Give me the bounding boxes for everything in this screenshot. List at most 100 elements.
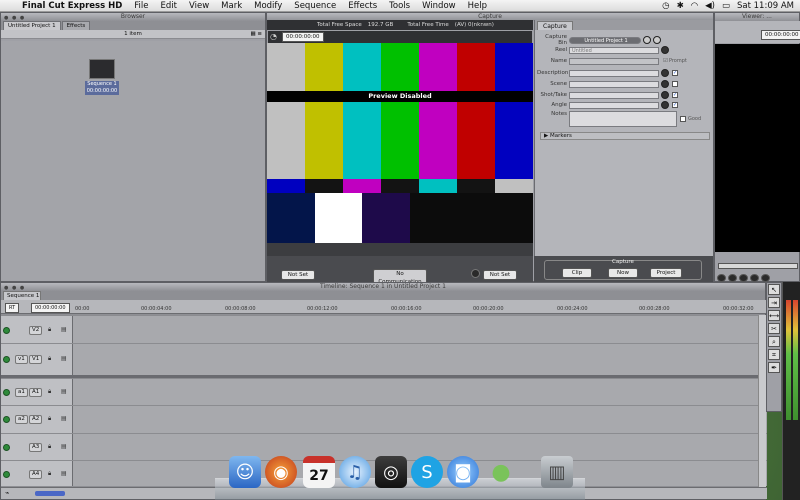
razor-tool-icon[interactable]: ✂ xyxy=(768,323,780,334)
shot-take-checkbox[interactable]: ✓ xyxy=(672,92,678,98)
pen-tool-icon[interactable]: ✒ xyxy=(768,362,780,373)
capture-project-button[interactable]: Project xyxy=(650,268,682,278)
lock-icon[interactable]: 🔒︎ xyxy=(48,355,51,363)
autoselect-icon[interactable]: ▤ xyxy=(61,355,67,362)
play-in-out-icon[interactable] xyxy=(750,274,759,282)
track-a2[interactable]: a2 A2 🔒︎ ▤ xyxy=(1,405,767,433)
tab-sequence[interactable]: Sequence 1 xyxy=(3,291,41,300)
menu-view[interactable]: View xyxy=(189,1,209,11)
finder-icon[interactable]: ☺ xyxy=(229,456,261,488)
browser-titlebar[interactable]: ● ● ● Browser xyxy=(1,13,265,21)
autoselect-icon[interactable]: ▤ xyxy=(61,470,67,477)
capture-now-button[interactable]: Now xyxy=(608,268,638,278)
track-visibility-icon[interactable] xyxy=(3,356,10,363)
reel-menu-icon[interactable] xyxy=(661,46,669,54)
scene-checkbox[interactable] xyxy=(672,81,678,87)
sequence-item[interactable]: Sequence 1 00:00:00:00 xyxy=(85,59,119,103)
play-reverse-icon[interactable] xyxy=(728,274,737,282)
angle-field[interactable] xyxy=(569,101,659,109)
track-audible-icon[interactable] xyxy=(3,471,10,478)
volume-icon[interactable]: ◀) xyxy=(705,1,715,11)
bluetooth-icon[interactable]: ✱ xyxy=(677,1,684,11)
track-audible-icon[interactable] xyxy=(3,444,10,451)
capture-clip-button[interactable]: Clip xyxy=(562,268,592,278)
ichat-icon[interactable]: ◙ xyxy=(447,456,479,488)
viewer-titlebar[interactable]: Viewer: ... xyxy=(715,13,799,21)
track-label[interactable]: A3 xyxy=(29,443,43,452)
track-label[interactable]: A1 xyxy=(29,388,43,397)
zoom-slider[interactable] xyxy=(35,491,65,496)
lock-icon[interactable]: 🔒︎ xyxy=(48,388,51,396)
capture-timecode[interactable]: 00:00:00:00 xyxy=(282,32,324,42)
window-controls-icon[interactable]: ● ● ● xyxy=(4,14,25,22)
firefox-icon[interactable]: ◉ xyxy=(265,456,297,488)
capture-bin-open-icon[interactable] xyxy=(643,36,651,44)
time-machine-icon[interactable]: ◷ xyxy=(662,1,669,11)
timeline-scrollbar[interactable] xyxy=(758,315,766,487)
go-to-in-icon[interactable] xyxy=(717,274,726,282)
autoselect-icon[interactable]: ▤ xyxy=(61,415,67,422)
menu-tools[interactable]: Tools xyxy=(389,1,410,11)
menubar-clock[interactable]: Sat 11:09 AM xyxy=(737,1,794,11)
lock-icon[interactable]: 🔒︎ xyxy=(48,415,51,423)
destination-a1[interactable]: a1 xyxy=(15,388,28,397)
destination-a2[interactable]: a2 xyxy=(15,415,28,424)
track-audible-icon[interactable] xyxy=(3,416,10,423)
notes-field[interactable] xyxy=(569,111,677,127)
skype-icon[interactable]: S xyxy=(411,456,443,488)
mark-out-icon[interactable] xyxy=(471,269,480,278)
destination-v1[interactable]: v1 xyxy=(15,355,28,364)
viewer-timecode[interactable]: 00:00:00:00 xyxy=(761,30,800,40)
good-checkbox[interactable] xyxy=(680,116,686,122)
markers-disclosure[interactable]: ▶ Markers xyxy=(540,132,710,140)
ical-icon[interactable]: 27 xyxy=(303,456,335,488)
menu-mark[interactable]: Mark xyxy=(221,1,242,11)
tab-untitled-project[interactable]: Untitled Project 1 xyxy=(3,21,61,30)
autoselect-icon[interactable]: ▤ xyxy=(61,443,67,450)
ripple-tool-icon[interactable]: ⟷ xyxy=(768,310,780,321)
out-point-field[interactable]: Not Set xyxy=(483,270,517,280)
zoom-tool-icon[interactable]: ⌕ xyxy=(768,336,780,347)
shot-take-menu-icon[interactable] xyxy=(661,91,669,99)
tab-capture[interactable]: Capture xyxy=(537,21,573,30)
track-label[interactable]: V2 xyxy=(29,326,43,335)
jog-icon[interactable]: ◔ xyxy=(270,32,277,41)
timeline-titlebar[interactable]: ● ● ● Timeline: Sequence 1 in Untitled P… xyxy=(1,283,765,291)
final-cut-icon[interactable]: ◎ xyxy=(375,456,407,488)
clip-overlays-icon[interactable]: ⌁ xyxy=(5,489,9,497)
wifi-icon[interactable]: ◠ xyxy=(691,1,698,11)
capture-bin-new-icon[interactable] xyxy=(653,36,661,44)
lock-icon[interactable]: 🔒︎ xyxy=(48,470,51,478)
description-menu-icon[interactable] xyxy=(661,69,669,77)
track-a1[interactable]: a1 A1 🔒︎ ▤ xyxy=(1,378,767,405)
track-audible-icon[interactable] xyxy=(3,389,10,396)
description-field[interactable] xyxy=(569,69,659,77)
track-label[interactable]: A2 xyxy=(29,415,43,424)
reel-field[interactable]: Untitled xyxy=(569,46,659,54)
track-visibility-icon[interactable] xyxy=(3,327,10,334)
tab-effects[interactable]: Effects xyxy=(61,21,91,30)
trash-icon[interactable]: ▥ xyxy=(541,456,573,488)
crop-tool-icon[interactable]: ⌗ xyxy=(768,349,780,360)
prompt-checkbox[interactable]: ☑ xyxy=(663,58,668,64)
track-select-tool-icon[interactable]: ⇥ xyxy=(768,297,780,308)
angle-checkbox[interactable]: ✓ xyxy=(672,102,678,108)
lock-icon[interactable]: 🔒︎ xyxy=(48,443,51,451)
battery-icon[interactable]: ▭ xyxy=(722,1,730,11)
shot-take-field[interactable] xyxy=(569,91,659,99)
selection-tool-icon[interactable]: ↖ xyxy=(768,284,780,295)
menu-file[interactable]: File xyxy=(134,1,148,11)
lock-icon[interactable]: 🔒︎ xyxy=(48,326,51,334)
go-to-out-icon[interactable] xyxy=(761,274,770,282)
scene-menu-icon[interactable] xyxy=(661,80,669,88)
browser-view-icon[interactable]: ▦ ≡ xyxy=(250,30,262,39)
autoselect-icon[interactable]: ▤ xyxy=(61,326,67,333)
track-v2[interactable]: V2 🔒︎ ▤ xyxy=(1,315,767,343)
timeline-ruler[interactable]: RT 00:00:00:00 00:00 00:00:04:00 00:00:0… xyxy=(1,300,767,314)
rt-menu[interactable]: RT xyxy=(5,303,20,313)
in-point-field[interactable]: Not Set xyxy=(281,270,315,280)
viewer-scrubber[interactable] xyxy=(718,263,798,269)
scene-field[interactable] xyxy=(569,80,659,88)
menu-modify[interactable]: Modify xyxy=(254,1,282,11)
menu-edit[interactable]: Edit xyxy=(161,1,177,11)
